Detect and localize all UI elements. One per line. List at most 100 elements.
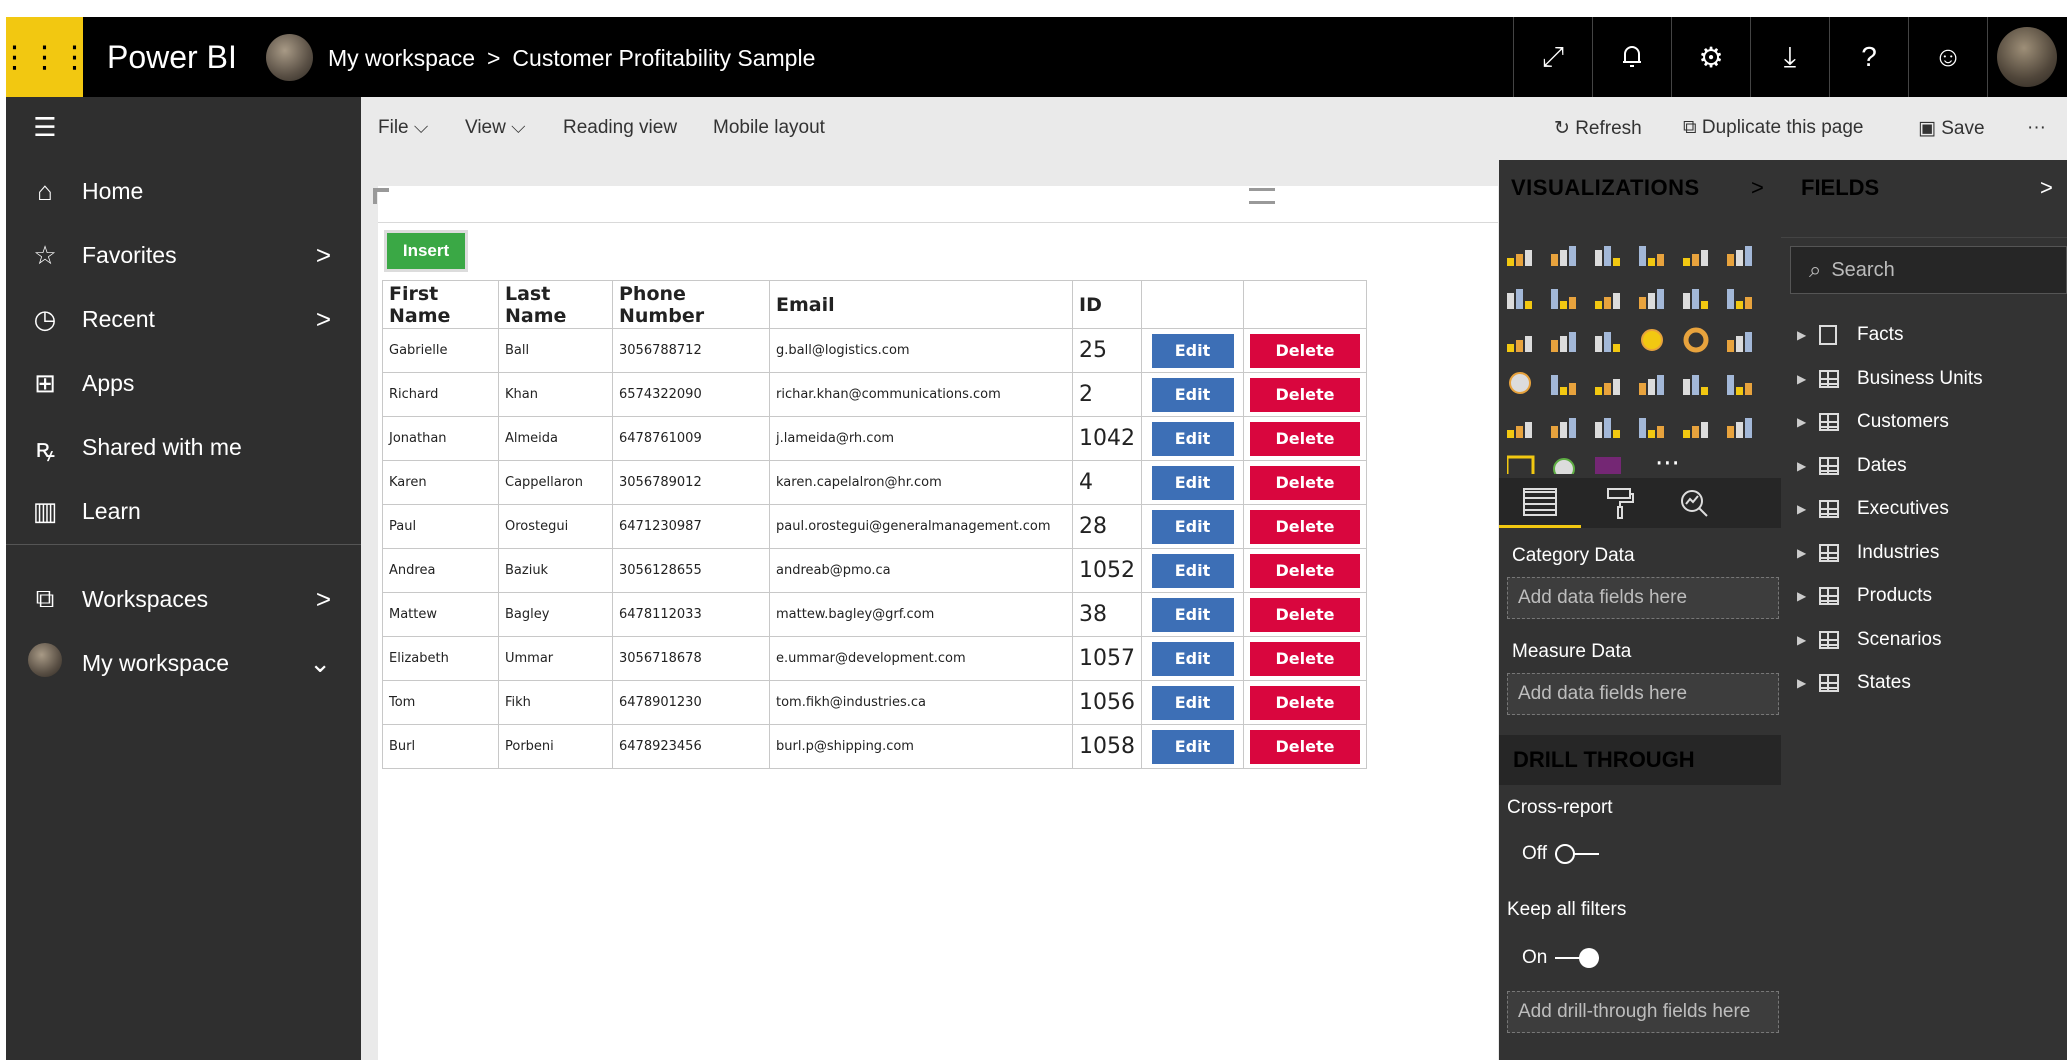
table-cell[interactable]: 6478112033 bbox=[612, 592, 770, 637]
delete-button[interactable]: Delete bbox=[1250, 729, 1360, 764]
custom-visual-icon[interactable] bbox=[1507, 455, 1535, 474]
help-button[interactable]: ? bbox=[1829, 17, 1908, 97]
filled-map-icon[interactable] bbox=[1551, 375, 1576, 395]
table-cell[interactable]: 6478901230 bbox=[612, 680, 770, 725]
app-launcher-button[interactable]: ⋮⋮⋮ bbox=[0, 17, 90, 97]
field-table-item[interactable]: ▶ Dates bbox=[1797, 449, 1907, 483]
refresh-button[interactable]: ↻ Refresh bbox=[1554, 117, 1642, 140]
edit-button[interactable]: Edit bbox=[1151, 509, 1234, 544]
delete-button[interactable]: Delete bbox=[1250, 509, 1360, 544]
delete-button[interactable]: Delete bbox=[1250, 553, 1360, 588]
clustered-column-icon[interactable] bbox=[1639, 246, 1664, 266]
table-cell[interactable]: Orostegui bbox=[498, 504, 613, 549]
stacked-bar-icon[interactable] bbox=[1507, 250, 1532, 266]
edit-button[interactable]: Edit bbox=[1151, 641, 1234, 676]
breadcrumb-workspace[interactable]: My workspace bbox=[328, 45, 475, 72]
delete-button[interactable]: Delete bbox=[1250, 465, 1360, 500]
field-table-item[interactable]: ▶ Facts bbox=[1797, 318, 1903, 352]
cross-report-toggle[interactable]: Off bbox=[1522, 843, 1599, 865]
collapse-fields-button[interactable]: > bbox=[2040, 175, 2053, 201]
ribbon-chart-icon[interactable] bbox=[1727, 289, 1752, 309]
edit-button[interactable]: Edit bbox=[1151, 685, 1234, 720]
table-cell[interactable]: Cappellaron bbox=[498, 460, 613, 505]
more-visuals-button[interactable]: ··· bbox=[1655, 449, 1680, 474]
delete-button[interactable]: Delete bbox=[1250, 641, 1360, 676]
nav-item-home[interactable]: ⌂ Home bbox=[6, 161, 361, 221]
scatter-icon[interactable] bbox=[1595, 332, 1620, 352]
nav-item-workspaces[interactable]: ⧉ Workspaces > bbox=[6, 569, 361, 629]
table-cell[interactable]: Gabrielle bbox=[382, 328, 499, 373]
table-cell[interactable]: 1042 bbox=[1072, 416, 1142, 461]
table-cell[interactable]: Porbeni bbox=[498, 724, 613, 769]
account-button[interactable] bbox=[1987, 17, 2065, 97]
table-cell[interactable]: 6471230987 bbox=[612, 504, 770, 549]
field-table-item[interactable]: ▶ Scenarios bbox=[1797, 623, 1942, 657]
brand-title[interactable]: Power BI bbox=[107, 39, 237, 76]
keep-all-filters-toggle[interactable]: On bbox=[1522, 947, 1600, 969]
field-table-item[interactable]: ▶ Products bbox=[1797, 579, 1932, 613]
table-cell[interactable]: Ummar bbox=[498, 636, 613, 681]
edit-button[interactable]: Edit bbox=[1151, 421, 1234, 456]
visual-drag-handle[interactable] bbox=[1249, 188, 1275, 204]
table-cell[interactable]: Richard bbox=[382, 372, 499, 417]
line-column-icon[interactable] bbox=[1639, 289, 1664, 309]
table-cell[interactable]: 28 bbox=[1072, 504, 1142, 549]
more-options-button[interactable]: ··· bbox=[2027, 117, 2046, 139]
table-cell[interactable]: Baziuk bbox=[498, 548, 613, 593]
table-cell[interactable]: 1056 bbox=[1072, 680, 1142, 725]
edit-button[interactable]: Edit bbox=[1151, 729, 1234, 764]
funnel-icon[interactable] bbox=[1551, 332, 1576, 352]
table-cell[interactable]: Tom bbox=[382, 680, 499, 725]
field-table-item[interactable]: ▶ States bbox=[1797, 666, 1911, 700]
gauge-icon[interactable] bbox=[1595, 379, 1620, 395]
edit-button[interactable]: Edit bbox=[1151, 377, 1234, 412]
measure-data-well[interactable]: Add data fields here bbox=[1507, 673, 1779, 715]
table-cell[interactable]: tom.fikh@industries.ca bbox=[769, 680, 1073, 725]
expand-triangle-icon[interactable]: ▶ bbox=[1797, 372, 1819, 386]
edit-button[interactable]: Edit bbox=[1151, 333, 1234, 368]
stacked-area-icon[interactable] bbox=[1595, 293, 1620, 309]
table-cell[interactable]: paul.orostegui@generalmanagement.com bbox=[769, 504, 1073, 549]
expand-triangle-icon[interactable]: ▶ bbox=[1797, 502, 1819, 516]
table-cell[interactable]: 25 bbox=[1072, 328, 1142, 373]
notifications-button[interactable] bbox=[1592, 17, 1671, 97]
table-cell[interactable]: j.lameida@rh.com bbox=[769, 416, 1073, 461]
key-influencers-icon[interactable] bbox=[1683, 422, 1708, 438]
nav-item-my-workspace[interactable]: My workspace ⌄ bbox=[6, 633, 361, 693]
100-bar-icon[interactable] bbox=[1683, 250, 1708, 266]
table-cell[interactable]: 6478923456 bbox=[612, 724, 770, 769]
field-table-item[interactable]: ▶ Executives bbox=[1797, 492, 1949, 526]
table-cell[interactable]: karen.capelalron@hr.com bbox=[769, 460, 1073, 505]
slicer-icon[interactable] bbox=[1507, 422, 1532, 438]
nav-item-recent[interactable]: ◷ Recent > bbox=[6, 289, 361, 349]
fields-search-input[interactable]: ⌕ Search bbox=[1790, 246, 2067, 294]
table-cell[interactable]: Fikh bbox=[498, 680, 613, 725]
category-data-well[interactable]: Add data fields here bbox=[1507, 577, 1779, 619]
table-cell[interactable]: 2 bbox=[1072, 372, 1142, 417]
nav-item-apps[interactable]: ⊞ Apps bbox=[6, 353, 361, 413]
donut-icon[interactable] bbox=[1683, 327, 1709, 353]
settings-button[interactable]: ⚙ bbox=[1671, 17, 1750, 97]
waterfall-icon[interactable] bbox=[1507, 336, 1532, 352]
tab-format[interactable] bbox=[1585, 478, 1655, 528]
table-cell[interactable]: 3056718678 bbox=[612, 636, 770, 681]
treemap-icon[interactable] bbox=[1727, 332, 1752, 352]
expand-triangle-icon[interactable]: ▶ bbox=[1797, 589, 1819, 603]
field-table-item[interactable]: ▶ Customers bbox=[1797, 405, 1949, 439]
globe-icon[interactable] bbox=[1553, 458, 1575, 474]
table-cell[interactable]: 3056128655 bbox=[612, 548, 770, 593]
r-visual-icon[interactable] bbox=[1639, 418, 1664, 438]
tab-analytics[interactable] bbox=[1659, 478, 1729, 528]
table-cell[interactable]: 3056788712 bbox=[612, 328, 770, 373]
duplicate-page-button[interactable]: ⧉ Duplicate this page bbox=[1683, 117, 1863, 139]
pie-icon[interactable] bbox=[1641, 329, 1663, 351]
table-cell[interactable]: Almeida bbox=[498, 416, 613, 461]
kpi-icon[interactable] bbox=[1727, 375, 1752, 395]
view-menu[interactable]: View ⌵ bbox=[465, 117, 526, 139]
column-header[interactable]: ID bbox=[1072, 280, 1142, 329]
table-cell[interactable]: andreab@pmo.ca bbox=[769, 548, 1073, 593]
table-cell[interactable]: Elizabeth bbox=[382, 636, 499, 681]
table-cell[interactable]: 1058 bbox=[1072, 724, 1142, 769]
nav-item-shared-with-me[interactable]: ꝶ Shared with me bbox=[6, 417, 361, 477]
table-cell[interactable]: Mattew bbox=[382, 592, 499, 637]
